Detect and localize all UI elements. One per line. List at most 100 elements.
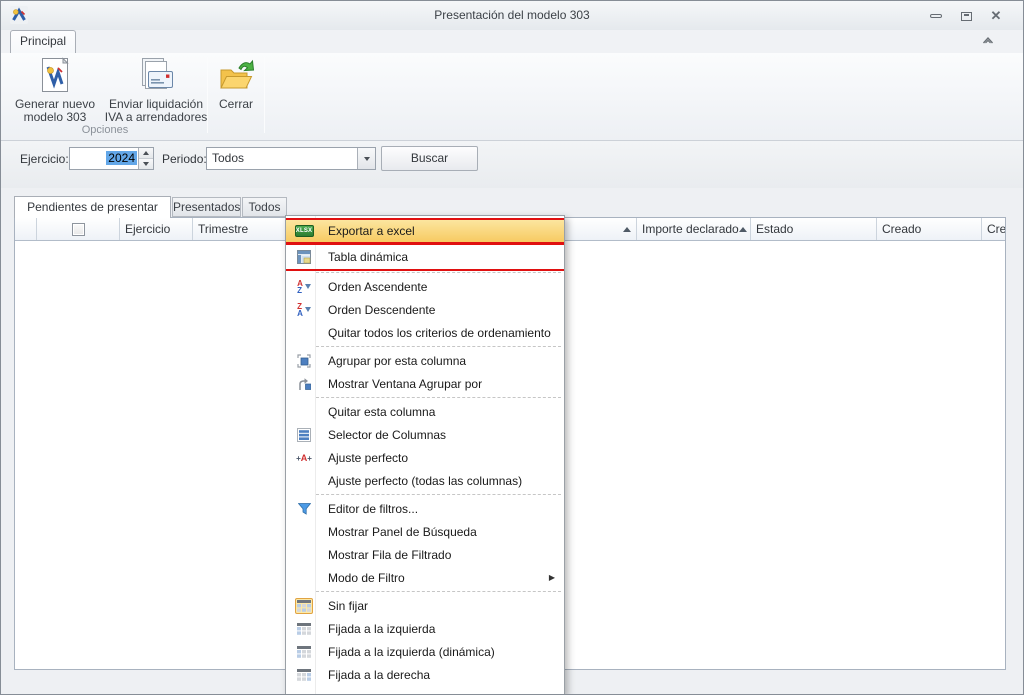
- menu-item-label: Exportar a excel: [328, 224, 415, 238]
- enviar-liquidacion-button[interactable]: Enviar liquidación IVA a arrendadores: [103, 57, 209, 124]
- ribbon-group-separator-2: [264, 57, 265, 133]
- menu-item-orden-ascendente[interactable]: A Z Orden Ascendente: [286, 275, 564, 298]
- menu-item-agrupar-por-esta-columna[interactable]: Agrupar por esta columna: [286, 349, 564, 372]
- select-column-header[interactable]: [37, 218, 120, 240]
- column-header-creado[interactable]: Creado: [877, 218, 982, 240]
- menu-item-quitar-esta-columna[interactable]: Quitar esta columna: [286, 400, 564, 423]
- column-header-creado-por-clipped[interactable]: Cre: [982, 218, 1005, 240]
- ejercicio-spinner[interactable]: 2024: [69, 147, 154, 170]
- tab-pendientes-de-presentar[interactable]: Pendientes de presentar: [14, 196, 171, 218]
- spinner-up-icon: [143, 151, 149, 155]
- menu-item-label: Orden Descendente: [328, 302, 436, 317]
- menu-item-label: Sin fijar: [328, 598, 369, 613]
- menu-item-fijada-a-la-derecha[interactable]: Fijada a la derecha: [286, 663, 564, 686]
- ribbon: Generar nuevo modelo 303 Enviar liquidac…: [1, 53, 1023, 141]
- restore-icon: [960, 11, 972, 21]
- spinner-down-button[interactable]: [139, 159, 153, 169]
- menu-item-fijada-a-la-izquierda-dinamica[interactable]: Fijada a la izquierda (dinámica): [286, 640, 564, 663]
- select-all-checkbox[interactable]: [71, 222, 85, 236]
- menu-item-quitar-todos-los-criterios-de-ordenamiento[interactable]: Quitar todos los criterios de ordenamien…: [286, 321, 564, 344]
- menu-item-label: Quitar todos los criterios de ordenamien…: [328, 325, 551, 340]
- column-header-ejercicio[interactable]: Ejercicio: [120, 218, 193, 240]
- menu-item-mostrar-ventana-agrupar-por[interactable]: Mostrar Ventana Agrupar por: [286, 372, 564, 395]
- menu-item-label: Ajuste perfecto: [328, 450, 409, 465]
- menu-item-label: Mostrar Ventana Agrupar por: [328, 376, 483, 391]
- menu-item-ajuste-perfecto-todas-las-columnas[interactable]: Ajuste perfecto (todas las columnas): [286, 469, 564, 492]
- sort-ascending-icon: [623, 226, 631, 232]
- tab-presentados[interactable]: Presentados: [172, 197, 241, 217]
- ejercicio-value: 2024: [106, 151, 137, 165]
- menu-item-label: Orden Ascendente: [328, 279, 428, 294]
- menu-item-orden-descendente[interactable]: Z A Orden Descendente: [286, 298, 564, 321]
- menu-item-label: Fijada a la izquierda (dinámica): [328, 644, 495, 659]
- menu-item-mostrar-panel-de-busqueda[interactable]: Mostrar Panel de Búsqueda: [286, 520, 564, 543]
- bestfit-icon: +A+: [296, 452, 312, 463]
- ejercicio-label: Ejercicio:: [20, 152, 69, 166]
- buscar-button[interactable]: Buscar: [381, 146, 478, 171]
- window-title: Presentación del modelo 303: [434, 8, 590, 22]
- column-header-estado[interactable]: Estado: [751, 218, 877, 240]
- menu-item-label: Tabla dinámica: [328, 250, 409, 264]
- menu-item-editor-de-filtros[interactable]: Editor de filtros...: [286, 497, 564, 520]
- menu-item-mostrar-fila-de-filtrado[interactable]: Mostrar Fila de Filtrado: [286, 543, 564, 566]
- sort-az-icon: AZ: [294, 279, 314, 294]
- column-header-trimestre-label: Trimestre: [198, 222, 249, 236]
- generar-modelo-label: Generar nuevo modelo 303: [14, 97, 96, 124]
- enviar-liquidacion-label: Enviar liquidación IVA a arrendadores: [104, 97, 208, 124]
- submenu-arrow-icon: ▶: [548, 573, 555, 582]
- group-window-icon: [294, 377, 314, 391]
- dropdown-arrow-icon: [363, 156, 370, 161]
- cerrar-label: Cerrar: [218, 97, 253, 111]
- ribbon-group-separator: [207, 57, 208, 133]
- menu-item-selector-de-columnas[interactable]: Selector de Columnas: [286, 423, 564, 446]
- cerrar-button[interactable]: Cerrar: [210, 57, 262, 111]
- menu-item-label: Selector de Columnas: [328, 427, 447, 442]
- menu-item-label: Fijada a la derecha: [328, 667, 431, 682]
- menu-item-label: Ajuste perfecto (todas las columnas): [328, 473, 523, 488]
- menu-item-label: Agrupar por esta columna: [328, 353, 467, 368]
- pin-left-icon: [294, 645, 314, 658]
- cerrar-folder-icon: [210, 57, 262, 95]
- menu-item-modo-de-filtro[interactable]: Modo de Filtro ▶: [286, 566, 564, 589]
- periodo-value: Todos: [212, 151, 245, 165]
- menu-item-label: Editor de filtros...: [328, 501, 419, 516]
- ribbon-collapse-button[interactable]: [981, 35, 995, 45]
- chevron-up-icon: [982, 36, 994, 44]
- ribbon-group-label-opciones: Opciones: [81, 124, 129, 136]
- periodo-combobox[interactable]: Todos: [206, 147, 376, 170]
- combo-dropdown-button[interactable]: [357, 148, 375, 169]
- menu-item-label: Quitar esta columna: [328, 404, 436, 419]
- menu-item-ajuste-perfecto[interactable]: +A+ Ajuste perfecto: [286, 446, 564, 469]
- pin-right-icon: [294, 668, 314, 681]
- spinner-buttons[interactable]: [138, 148, 153, 169]
- pin-none-icon: [294, 597, 314, 614]
- group-icon: [294, 353, 314, 368]
- column-header-importe-declarado[interactable]: Importe declarado: [637, 218, 751, 240]
- menu-item-label: Fijada a la izquierda: [328, 621, 436, 636]
- menu-item-exportar-a-excel[interactable]: XLSX Exportar a excel: [286, 218, 564, 244]
- tab-todos[interactable]: Todos: [242, 197, 287, 217]
- sort-za-icon: ZA: [294, 302, 314, 317]
- restore-button[interactable]: [953, 8, 979, 24]
- xlsx-icon: XLSX: [294, 225, 314, 237]
- enviar-liquidacion-icon: [103, 57, 209, 95]
- menu-item-tabla-dinamica[interactable]: Tabla dinámica: [286, 243, 564, 271]
- menu-item-sin-fijar[interactable]: Sin fijar: [286, 594, 564, 617]
- generar-modelo-303-button[interactable]: Generar nuevo modelo 303: [7, 57, 103, 124]
- filter-bar: Ejercicio: 2024 Periodo: Todos Buscar: [1, 141, 1023, 188]
- spinner-up-button[interactable]: [139, 148, 153, 159]
- filter-icon: [294, 502, 314, 515]
- close-button[interactable]: ✕: [983, 8, 1009, 24]
- columns-icon: [294, 427, 314, 442]
- generar-modelo-icon: [7, 57, 103, 95]
- ribbon-tab-principal[interactable]: Principal: [10, 30, 76, 53]
- minimize-icon: [930, 14, 942, 18]
- menu-item-label: Modo de Filtro: [328, 570, 405, 585]
- menu-item-fijada-a-la-izquierda[interactable]: Fijada a la izquierda: [286, 617, 564, 640]
- pivot-icon: [294, 250, 314, 264]
- title-bar: Presentación del modelo 303 ✕: [1, 1, 1023, 30]
- ribbon-tab-strip: Principal: [1, 30, 1023, 53]
- spinner-down-icon: [143, 162, 149, 166]
- minimize-button[interactable]: [923, 8, 949, 24]
- column-header-importe-label: Importe declarado: [642, 222, 739, 236]
